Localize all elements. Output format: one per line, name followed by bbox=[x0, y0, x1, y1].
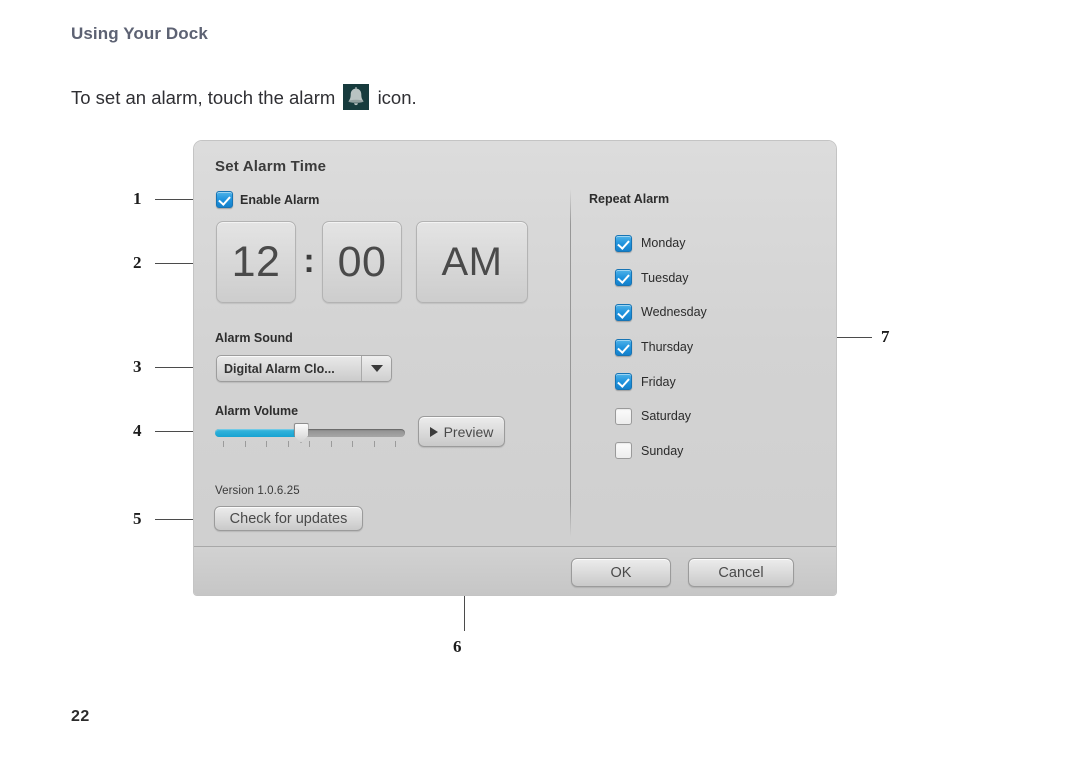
repeat-day-friday[interactable]: Friday bbox=[615, 364, 707, 399]
enable-alarm-checkbox[interactable] bbox=[216, 191, 233, 208]
slider-tick bbox=[395, 441, 396, 447]
time-picker: 12 : 00 AM bbox=[216, 221, 528, 303]
repeat-day-label: Wednesday bbox=[641, 305, 707, 320]
slider-thumb[interactable] bbox=[293, 423, 309, 443]
repeat-day-checkbox-saturday[interactable] bbox=[615, 407, 632, 425]
callout-number-7: 7 bbox=[881, 327, 890, 346]
repeat-alarm-list: Monday Tuesday Wednesday Thursday Friday Satu… bbox=[615, 226, 707, 468]
instruction-text: To set an alarm, touch the alarm icon. bbox=[71, 83, 417, 113]
repeat-day-checkbox-tuesday[interactable] bbox=[615, 269, 632, 287]
repeat-day-label: Saturday bbox=[641, 409, 692, 424]
time-colon: : bbox=[303, 242, 315, 281]
minutes-field[interactable]: 00 bbox=[322, 221, 402, 303]
repeat-alarm-title: Repeat Alarm bbox=[589, 192, 670, 206]
set-alarm-dialog: Set Alarm Time Enable Alarm 12 : 00 AM A… bbox=[194, 141, 836, 595]
alarm-volume-slider[interactable] bbox=[215, 423, 405, 451]
chevron-down-glyph bbox=[370, 365, 383, 372]
repeat-day-label: Tuesday bbox=[641, 270, 689, 285]
manual-page: Using Your Dock To set an alarm, touch t… bbox=[0, 0, 1080, 766]
version-text: Version 1.0.6.25 bbox=[215, 485, 300, 497]
repeat-day-checkbox-friday[interactable] bbox=[615, 373, 632, 391]
dialog-body: Set Alarm Time Enable Alarm 12 : 00 AM A… bbox=[194, 141, 836, 547]
callout-number-6: 6 bbox=[453, 637, 462, 656]
check-for-updates-button[interactable]: Check for updates bbox=[214, 506, 363, 531]
callout-number-1: 1 bbox=[133, 189, 142, 208]
preview-button[interactable]: Preview bbox=[418, 416, 505, 447]
dialog-button-bar: OK Cancel bbox=[194, 546, 836, 595]
repeat-day-label: Thursday bbox=[641, 340, 694, 355]
slider-ticks bbox=[215, 441, 405, 448]
hours-field[interactable]: 12 bbox=[216, 221, 296, 303]
page-number: 22 bbox=[71, 708, 90, 725]
chevron-down-icon[interactable] bbox=[361, 356, 391, 381]
slider-tick bbox=[374, 441, 375, 447]
ok-button[interactable]: OK bbox=[571, 558, 671, 587]
dialog-title: Set Alarm Time bbox=[215, 158, 327, 175]
callout-number-4: 4 bbox=[133, 421, 142, 440]
alarm-volume-label: Alarm Volume bbox=[215, 404, 299, 418]
panel-divider bbox=[570, 189, 571, 537]
callout-number-3: 3 bbox=[133, 357, 142, 376]
repeat-day-checkbox-wednesday[interactable] bbox=[615, 303, 632, 321]
repeat-day-saturday[interactable]: Saturday bbox=[615, 399, 707, 434]
alarm-sound-select[interactable]: Digital Alarm Clo... bbox=[216, 355, 392, 382]
slider-tick bbox=[288, 441, 289, 447]
slider-tick bbox=[245, 441, 246, 447]
repeat-day-monday[interactable]: Monday bbox=[615, 226, 707, 261]
slider-tick bbox=[352, 441, 353, 447]
repeat-day-label: Friday bbox=[641, 374, 676, 389]
enable-alarm-label: Enable Alarm bbox=[240, 192, 320, 207]
repeat-day-thursday[interactable]: Thursday bbox=[615, 330, 707, 365]
repeat-day-checkbox-thursday[interactable] bbox=[615, 338, 632, 356]
alarm-sound-label: Alarm Sound bbox=[215, 331, 293, 345]
alarm-bell-icon bbox=[343, 84, 370, 110]
play-icon bbox=[429, 426, 438, 437]
slider-tick bbox=[309, 441, 310, 447]
repeat-day-label: Sunday bbox=[641, 443, 684, 458]
alarm-sound-value: Digital Alarm Clo... bbox=[224, 361, 335, 376]
repeat-day-checkbox-monday[interactable] bbox=[615, 234, 632, 252]
meridiem-field[interactable]: AM bbox=[416, 221, 528, 303]
repeat-day-wednesday[interactable]: Wednesday bbox=[615, 295, 707, 330]
slider-fill bbox=[215, 429, 301, 437]
repeat-day-tuesday[interactable]: Tuesday bbox=[615, 261, 707, 296]
repeat-day-label: Monday bbox=[641, 236, 686, 251]
instruction-text-before: To set an alarm, touch the alarm bbox=[71, 87, 336, 108]
repeat-day-sunday[interactable]: Sunday bbox=[615, 434, 707, 469]
callout-number-2: 2 bbox=[133, 253, 142, 272]
callout-number-5: 5 bbox=[133, 509, 142, 528]
slider-tick bbox=[331, 441, 332, 447]
slider-tick bbox=[266, 441, 267, 447]
page-title: Using Your Dock bbox=[71, 24, 208, 43]
repeat-day-checkbox-sunday[interactable] bbox=[615, 442, 632, 460]
slider-tick bbox=[223, 441, 224, 447]
instruction-text-after: icon. bbox=[377, 87, 417, 108]
preview-button-label: Preview bbox=[443, 423, 494, 440]
enable-alarm-row[interactable]: Enable Alarm bbox=[216, 191, 319, 208]
cancel-button[interactable]: Cancel bbox=[688, 558, 794, 587]
